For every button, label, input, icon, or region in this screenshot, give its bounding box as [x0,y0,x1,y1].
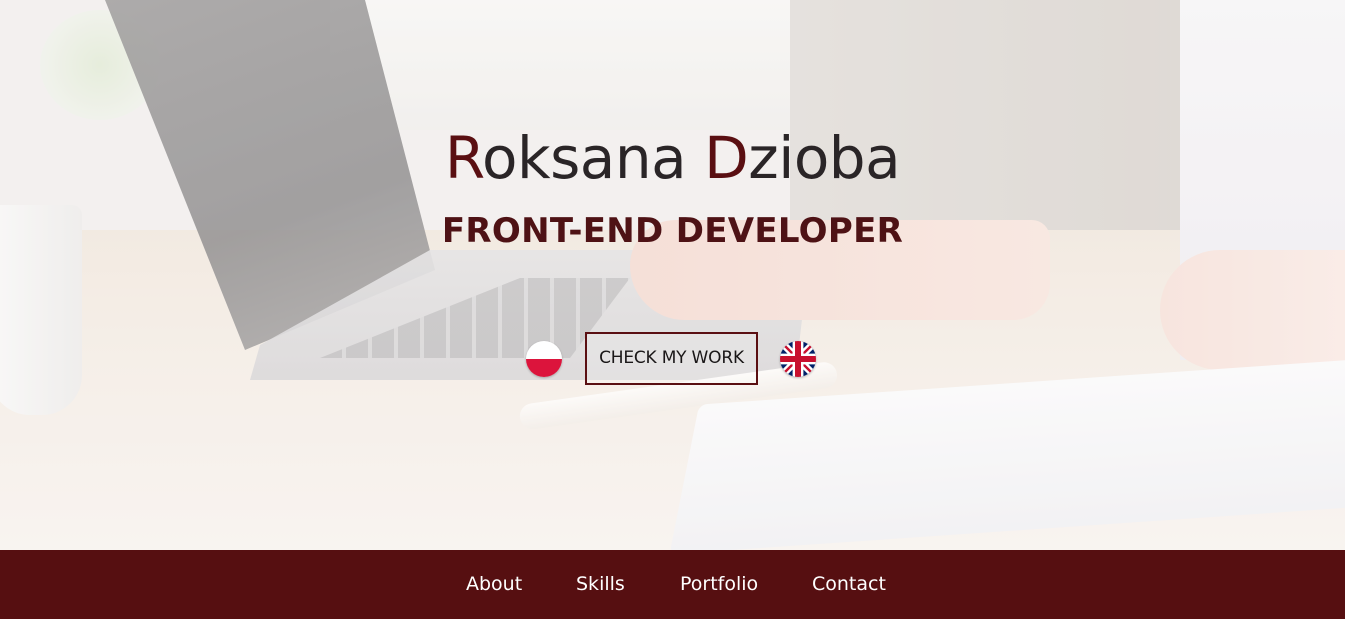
nav-link-contact[interactable]: Contact [812,550,886,619]
hero-name: Roksana Dzioba [0,118,1345,198]
name-first-initial: R [444,124,483,192]
name-last-initial: D [704,124,749,192]
hero-section: Roksana Dzioba FRONT-END DEVELOPER CHECK… [0,0,1345,550]
nav-link-skills[interactable]: Skills [576,550,625,619]
name-last-rest: zioba [748,124,901,192]
main-navbar: About Skills Portfolio Contact [0,550,1345,619]
hero-content: Roksana Dzioba FRONT-END DEVELOPER CHECK… [0,0,1345,550]
hero-actions: CHECK MY WORK [0,332,1345,386]
nav-link-about[interactable]: About [466,550,522,619]
uk-flag-icon[interactable] [780,341,816,377]
hero-role: FRONT-END DEVELOPER [441,211,904,251]
check-my-work-button[interactable]: CHECK MY WORK [585,332,758,385]
nav-link-portfolio[interactable]: Portfolio [680,550,758,619]
name-first-rest: oksana [482,124,705,192]
poland-flag-icon[interactable] [526,341,562,377]
